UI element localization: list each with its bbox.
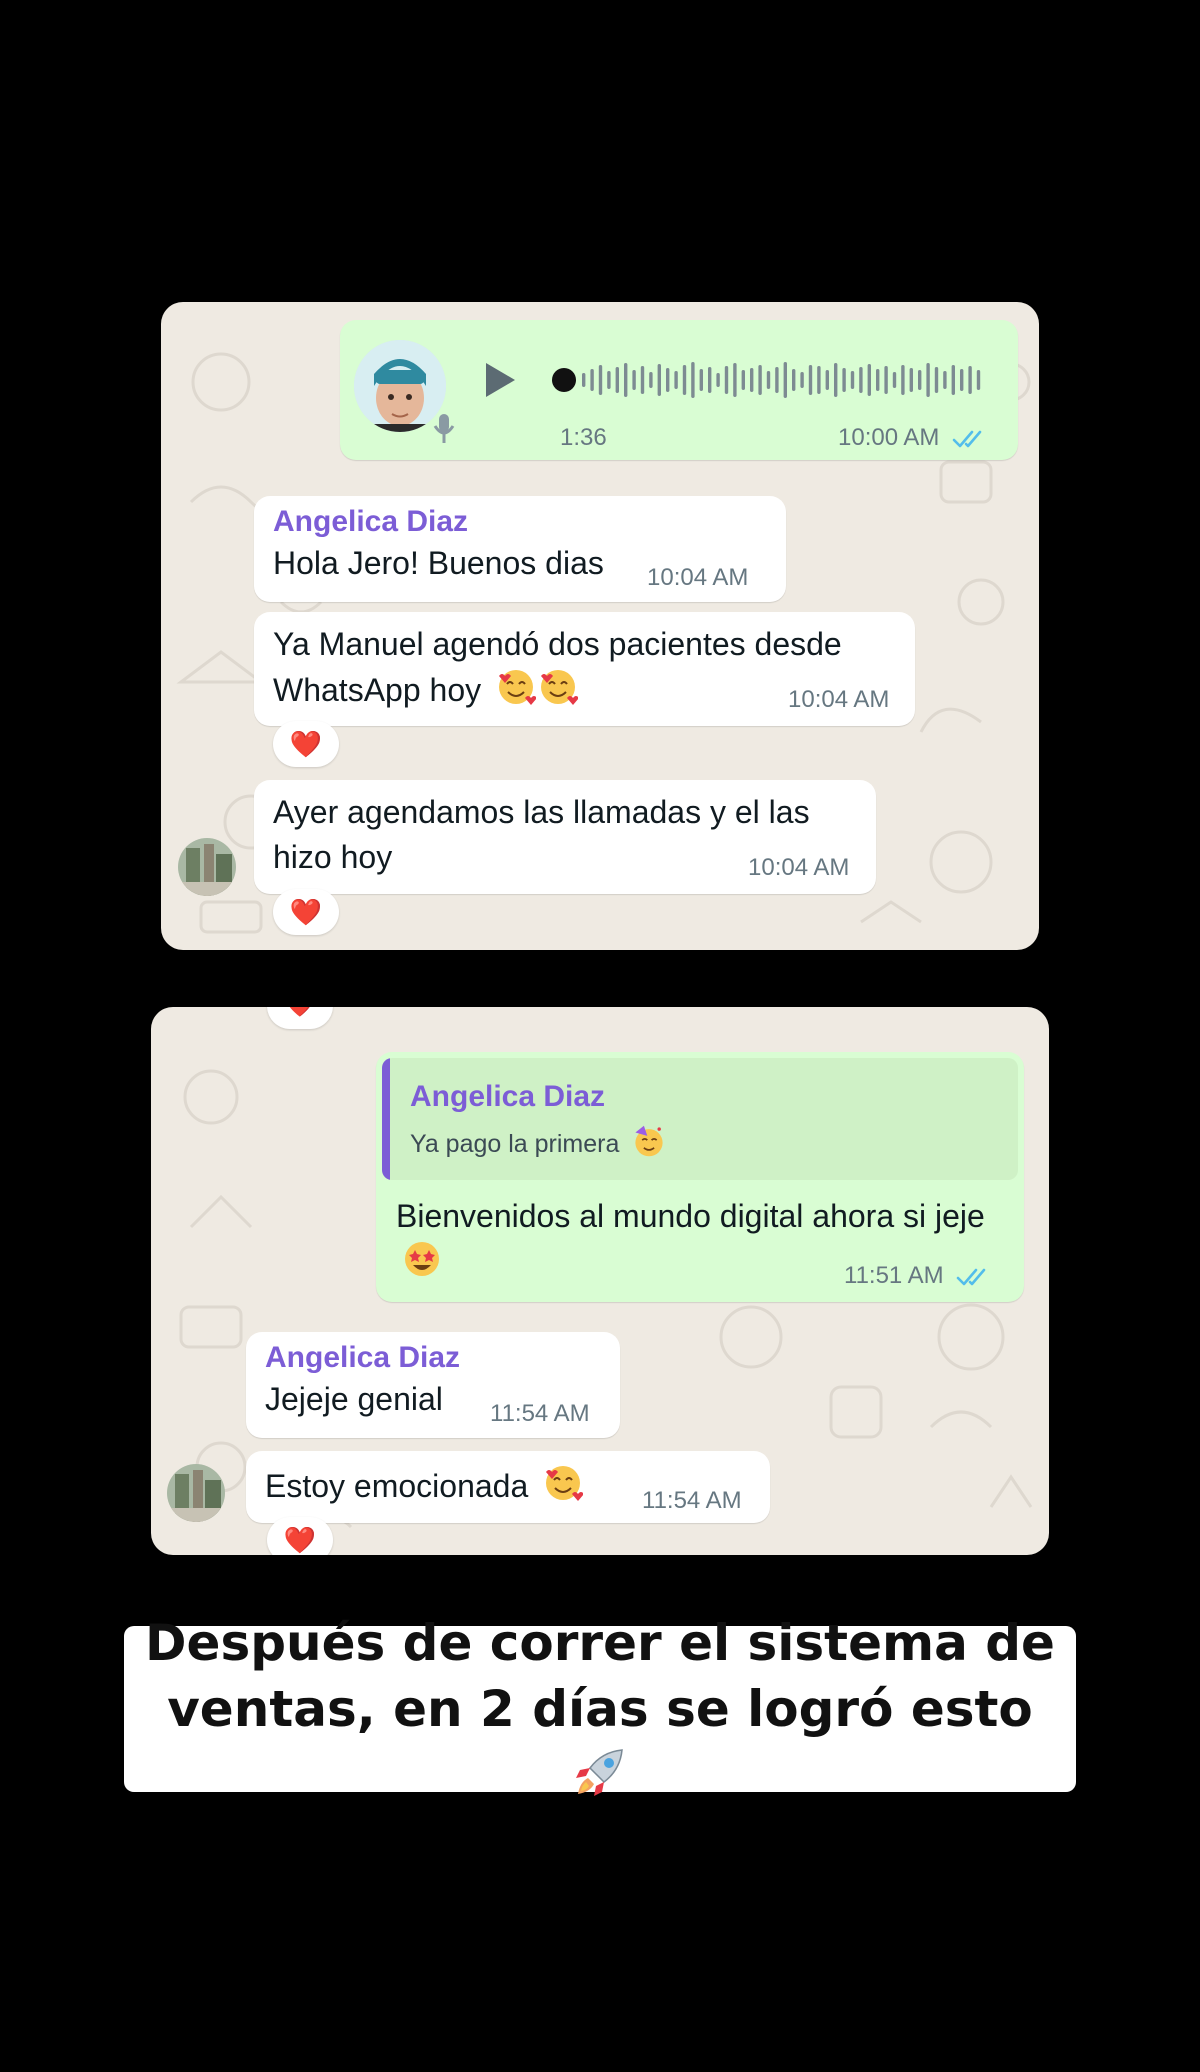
reaction-badge[interactable]: ❤️ — [273, 889, 339, 935]
message-timestamp: 10:04 AM — [788, 686, 890, 713]
incoming-message: Angelica Diaz Hola Jero! Buenos dias 10:… — [254, 496, 786, 602]
reaction-badge[interactable]: ❤️ — [267, 1517, 333, 1555]
message-timestamp: 11:51 AM — [844, 1262, 990, 1290]
incoming-message: Estoy emocionada 11:54 AM — [246, 1451, 770, 1523]
heart-reaction: ❤️ — [283, 1524, 317, 1555]
sender-name: Angelica Diaz — [265, 1341, 461, 1374]
play-icon[interactable] — [482, 360, 518, 400]
message-timestamp: 11:54 AM — [490, 1400, 590, 1427]
message-timestamp: 10:00 AM — [838, 424, 986, 452]
message-timestamp: 10:04 AM — [647, 564, 749, 591]
incoming-message: Ya Manuel agendó dos pacientes desde Wha… — [254, 612, 915, 726]
voice-note-duration: 1:36 — [560, 424, 607, 451]
message-timestamp: 11:54 AM — [642, 1487, 742, 1514]
heart-reaction: ❤️ — [289, 896, 323, 927]
incoming-message: Ayer agendamos las llamadas y el las hiz… — [254, 780, 876, 894]
message-text: Jejeje genial — [265, 1381, 443, 1417]
read-ticks-icon — [956, 1268, 986, 1285]
reaction-badge[interactable]: ❤️ — [273, 721, 339, 767]
heart-reaction: ❤️ — [289, 728, 323, 759]
reply-message-bubble: Angelica Diaz Ya pago la primera Bienven… — [376, 1052, 1024, 1302]
caption-banner: Después de correr el sistema de ventas, … — [124, 1614, 1076, 1796]
chat-screenshot-2: ❤️ Angelica Diaz Ya pago la primera Bien… — [151, 1007, 1049, 1555]
quoted-message[interactable]: Angelica Diaz Ya pago la primera — [382, 1058, 1018, 1180]
message-text: Estoy emocionada — [265, 1463, 685, 1509]
message-timestamp: 10:04 AM — [748, 854, 850, 881]
microphone-icon — [433, 414, 455, 443]
read-ticks-icon — [952, 430, 982, 447]
chat-screenshot-1: 1:36 10:00 AM Angelica Diaz Hola Jero! B… — [161, 302, 1039, 950]
smiling-face-with-hearts-icon — [499, 670, 536, 705]
contact-avatar[interactable] — [178, 838, 236, 896]
rocket-icon — [576, 1749, 623, 1796]
voice-note-bubble: 1:36 10:00 AM — [340, 320, 1018, 460]
sender-name: Angelica Diaz — [273, 505, 469, 538]
quoted-text: Ya pago la primera — [410, 1124, 666, 1159]
smiling-face-with-hearts-icon — [546, 1466, 584, 1501]
star-struck-icon — [405, 1242, 439, 1276]
smiling-face-with-hearts-icon — [541, 670, 578, 705]
quoted-sender-name: Angelica Diaz — [410, 1080, 606, 1113]
caption-text: Después de correr el sistema de ventas, … — [140, 1610, 1060, 1808]
waveform[interactable] — [552, 352, 992, 408]
partying-face-icon — [635, 1125, 663, 1157]
message-text: Hola Jero! Buenos dias — [273, 545, 604, 581]
incoming-message: Angelica Diaz Jejeje genial 11:54 AM — [246, 1332, 620, 1438]
contact-avatar[interactable] — [167, 1464, 225, 1522]
